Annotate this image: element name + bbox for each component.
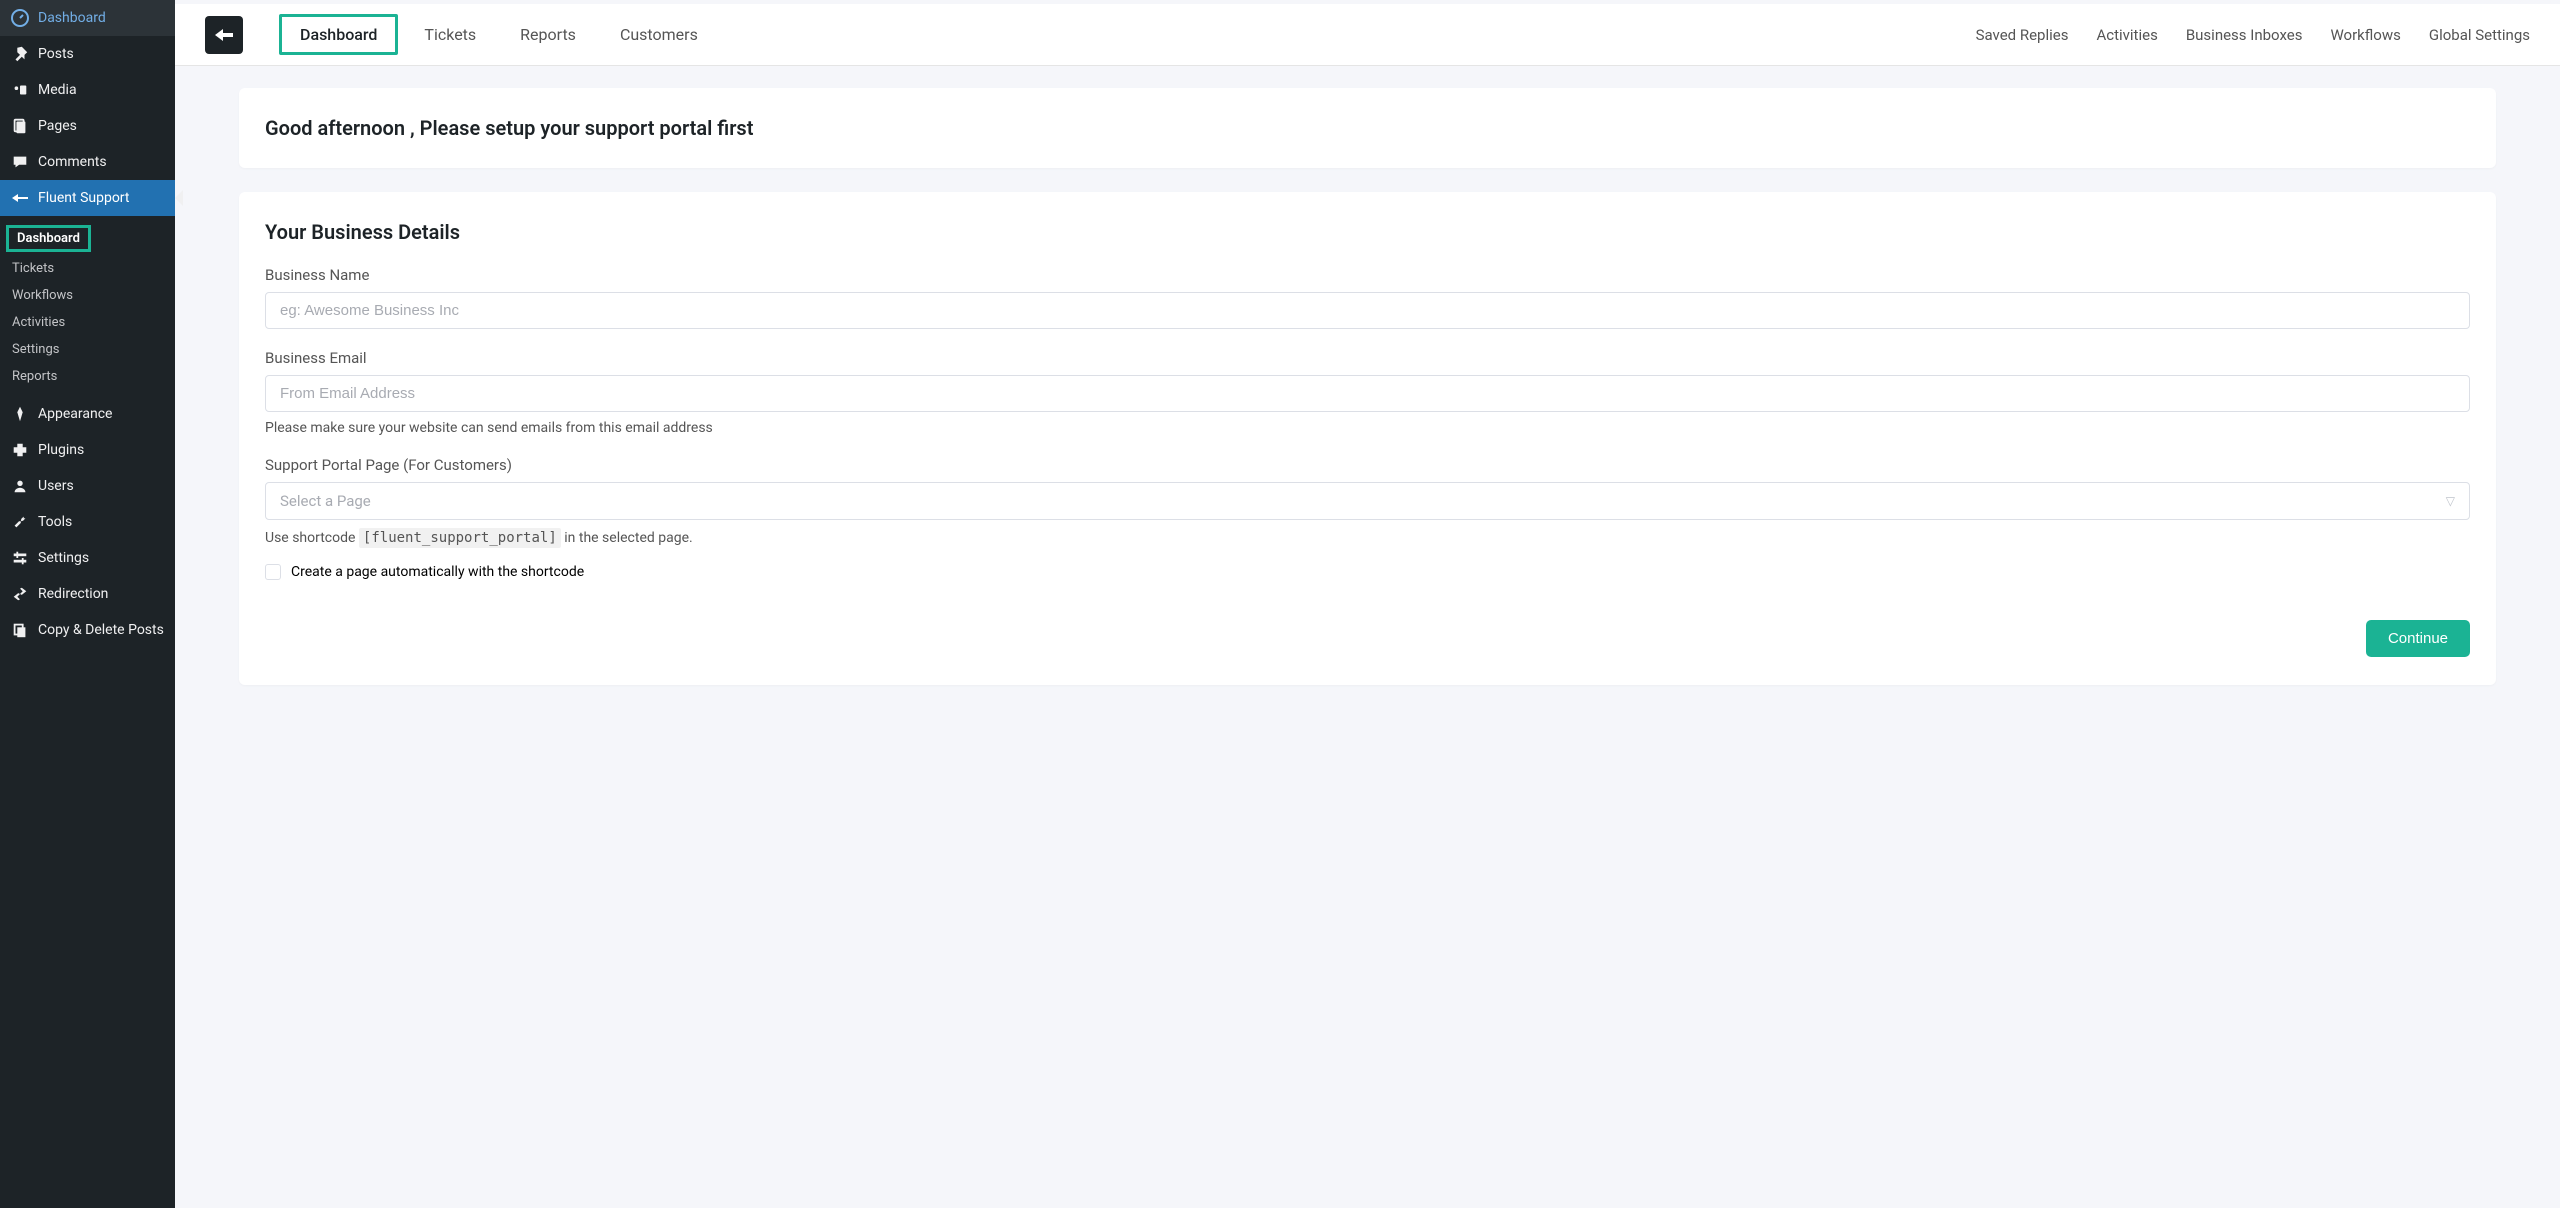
nav-link-global-settings[interactable]: Global Settings	[2429, 26, 2530, 44]
content-area: Dashboard Tickets Reports Customers Save…	[175, 0, 2560, 1208]
appearance-icon	[10, 404, 30, 424]
sidebar-item-appearance[interactable]: Appearance	[0, 396, 175, 432]
dashboard-icon	[10, 8, 30, 28]
top-nav: Dashboard Tickets Reports Customers Save…	[175, 4, 2560, 66]
nav-link-saved-replies[interactable]: Saved Replies	[1976, 26, 2069, 44]
sidebar-item-comments[interactable]: Comments	[0, 144, 175, 180]
auto-create-label: Create a page automatically with the sho…	[291, 564, 584, 580]
nav-left: Dashboard Tickets Reports Customers	[279, 14, 716, 55]
chevron-down-icon: ▽	[2446, 494, 2455, 508]
submenu-item-tickets[interactable]: Tickets	[0, 255, 175, 282]
auto-create-row: Create a page automatically with the sho…	[265, 564, 2470, 580]
nav-tab-tickets[interactable]: Tickets	[406, 17, 494, 52]
sidebar-item-pages[interactable]: Pages	[0, 108, 175, 144]
shortcode-pre: Use shortcode	[265, 530, 355, 546]
fluent-support-icon	[10, 188, 30, 208]
nav-link-workflows[interactable]: Workflows	[2330, 26, 2400, 44]
submenu-item-reports[interactable]: Reports	[0, 363, 175, 390]
sidebar-item-label: Dashboard	[38, 10, 106, 26]
app-logo	[205, 16, 243, 54]
sidebar-item-label: Comments	[38, 154, 107, 170]
sidebar-item-label: Copy & Delete Posts	[38, 622, 164, 638]
greeting-text: Good afternoon , Please setup your suppo…	[265, 116, 2470, 140]
nav-tab-reports[interactable]: Reports	[502, 17, 594, 52]
sidebar-item-users[interactable]: Users	[0, 468, 175, 504]
greeting-card: Good afternoon , Please setup your suppo…	[239, 88, 2496, 168]
submenu-item-workflows[interactable]: Workflows	[0, 282, 175, 309]
redirection-icon	[10, 584, 30, 604]
sidebar-item-label: Pages	[38, 118, 77, 134]
sidebar-item-redirection[interactable]: Redirection	[0, 576, 175, 612]
sidebar-item-copy-delete-posts[interactable]: Copy & Delete Posts	[0, 612, 175, 648]
main-panel: Good afternoon , Please setup your suppo…	[175, 66, 2560, 707]
portal-page-group: Support Portal Page (For Customers) Sele…	[265, 456, 2470, 580]
sidebar-item-label: Posts	[38, 46, 74, 62]
sidebar-item-dashboard[interactable]: Dashboard	[0, 0, 175, 36]
business-name-group: Business Name	[265, 266, 2470, 329]
sidebar-item-plugins[interactable]: Plugins	[0, 432, 175, 468]
submenu-item-settings[interactable]: Settings	[0, 336, 175, 363]
nav-link-activities[interactable]: Activities	[2096, 26, 2157, 44]
nav-tab-dashboard[interactable]: Dashboard	[279, 14, 398, 55]
continue-button[interactable]: Continue	[2366, 620, 2470, 657]
settings-icon	[10, 548, 30, 568]
business-email-group: Business Email Please make sure your web…	[265, 349, 2470, 436]
sidebar-item-label: Redirection	[38, 586, 108, 602]
sidebar-item-tools[interactable]: Tools	[0, 504, 175, 540]
sidebar-item-fluent-support[interactable]: Fluent Support	[0, 180, 175, 216]
sidebar-item-label: Media	[38, 82, 77, 98]
portal-page-select[interactable]: Select a Page ▽	[265, 482, 2470, 520]
business-email-input[interactable]	[265, 375, 2470, 412]
sidebar-item-label: Tools	[38, 514, 72, 530]
business-email-label: Business Email	[265, 349, 2470, 367]
comments-icon	[10, 152, 30, 172]
sidebar-item-label: Settings	[38, 550, 89, 566]
form-title: Your Business Details	[265, 220, 2470, 244]
copy-icon	[10, 620, 30, 640]
wp-submenu: Dashboard Tickets Workflows Activities S…	[0, 216, 175, 396]
sidebar-item-label: Plugins	[38, 442, 84, 458]
nav-tab-customers[interactable]: Customers	[602, 17, 716, 52]
pages-icon	[10, 116, 30, 136]
sidebar-item-media[interactable]: Media	[0, 72, 175, 108]
media-icon	[10, 80, 30, 100]
sidebar-item-label: Fluent Support	[38, 190, 129, 206]
portal-page-label: Support Portal Page (For Customers)	[265, 456, 2470, 474]
sidebar-item-label: Users	[38, 478, 74, 494]
shortcode-post: in the selected page.	[564, 530, 692, 546]
sidebar-item-label: Appearance	[38, 406, 112, 422]
sidebar-item-settings[interactable]: Settings	[0, 540, 175, 576]
auto-create-checkbox[interactable]	[265, 564, 281, 580]
portal-page-placeholder: Select a Page	[280, 492, 371, 510]
shortcode-line: Use shortcode [fluent_support_portal] in…	[265, 530, 2470, 546]
pin-icon	[10, 44, 30, 64]
submenu-item-activities[interactable]: Activities	[0, 309, 175, 336]
submenu-item-dashboard[interactable]: Dashboard	[6, 225, 91, 252]
sidebar-item-posts[interactable]: Posts	[0, 36, 175, 72]
tools-icon	[10, 512, 30, 532]
business-email-helper: Please make sure your website can send e…	[265, 420, 2470, 436]
business-name-input[interactable]	[265, 292, 2470, 329]
wp-admin-sidebar: Dashboard Posts Media Pages Comments	[0, 0, 175, 1208]
users-icon	[10, 476, 30, 496]
business-name-label: Business Name	[265, 266, 2470, 284]
form-footer: Continue	[265, 620, 2470, 657]
plugins-icon	[10, 440, 30, 460]
business-details-form: Your Business Details Business Name Busi…	[239, 192, 2496, 685]
nav-link-business-inboxes[interactable]: Business Inboxes	[2186, 26, 2303, 44]
shortcode-code: [fluent_support_portal]	[359, 528, 561, 548]
nav-right: Saved Replies Activities Business Inboxe…	[1976, 26, 2530, 44]
